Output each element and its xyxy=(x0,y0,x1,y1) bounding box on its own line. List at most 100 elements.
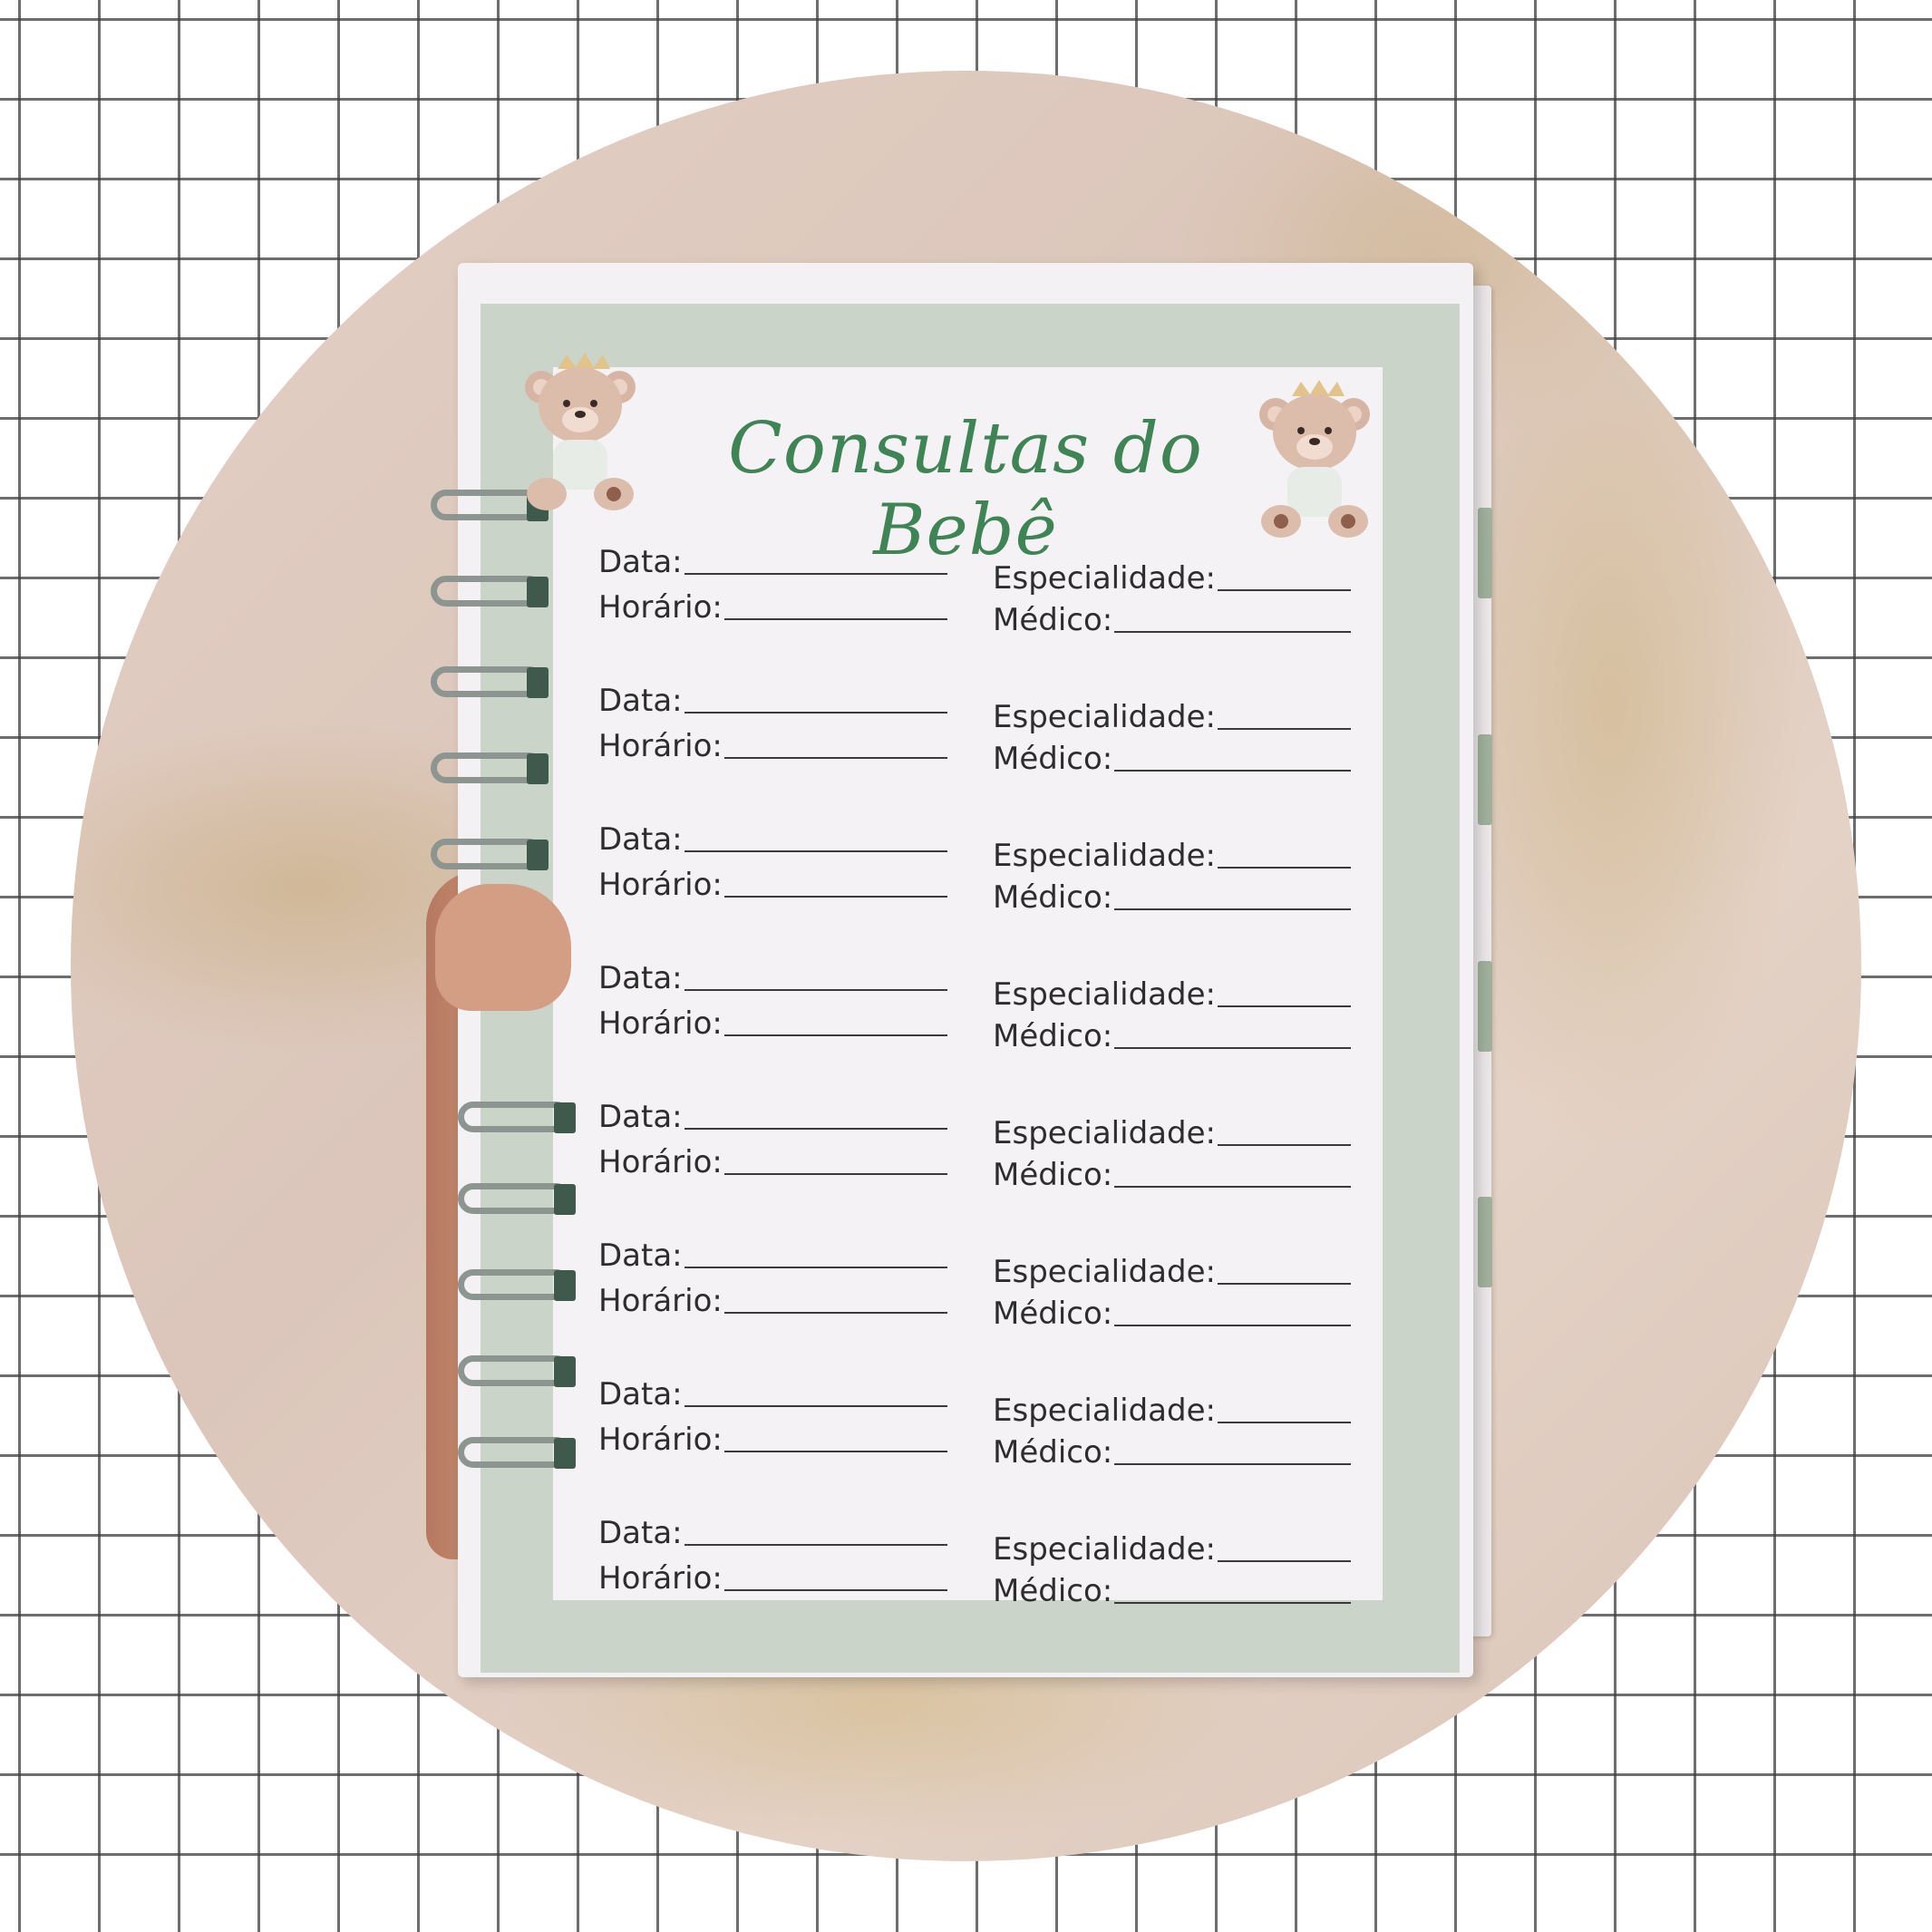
doctor-field-label: Médico: xyxy=(993,1296,1113,1332)
doctor-field-label: Médico: xyxy=(993,879,1113,916)
doctor-field-blank-line xyxy=(1114,770,1351,772)
date-field: Data: xyxy=(598,1099,947,1135)
doctor-field-blank-line xyxy=(1114,1325,1351,1326)
time-field: Horário: xyxy=(598,1144,947,1180)
specialty-field: Especialidade: xyxy=(993,1531,1351,1568)
date-field-blank-line xyxy=(684,1405,947,1407)
time-field-blank-line xyxy=(723,757,947,759)
doctor-field-blank-line xyxy=(1114,1186,1351,1188)
time-field-label: Horário: xyxy=(598,1005,723,1042)
spiral-coil-icon xyxy=(458,1183,576,1215)
divider-tab xyxy=(1478,734,1492,825)
doctor-field: Médico: xyxy=(993,602,1351,638)
date-field-label: Data: xyxy=(598,1238,683,1274)
divider-tab xyxy=(1478,508,1492,598)
appointment-list: Data: Horário: Especialidade: Médico: Data: H… xyxy=(598,544,1351,1654)
specialty-field: Especialidade: xyxy=(993,976,1351,1013)
doctor-field-label: Médico: xyxy=(993,1018,1113,1054)
appointment-entry: Data: Horário: Especialidade: Médico: xyxy=(598,683,1351,821)
doctor-field-blank-line xyxy=(1114,631,1351,633)
date-field-label: Data: xyxy=(598,960,683,996)
time-field-blank-line xyxy=(723,1312,947,1314)
specialty-field: Especialidade: xyxy=(993,838,1351,874)
doctor-field-blank-line xyxy=(1114,908,1351,910)
specialty-field: Especialidade: xyxy=(993,699,1351,735)
specialty-field-blank-line xyxy=(1217,867,1351,869)
specialty-field-blank-line xyxy=(1217,1283,1351,1285)
specialty-field-blank-line xyxy=(1217,1560,1351,1562)
appointment-entry: Data: Horário: Especialidade: Médico: xyxy=(598,1515,1351,1654)
crown-icon xyxy=(1292,380,1345,396)
spiral-coil-icon xyxy=(458,1355,576,1387)
time-field-label: Horário: xyxy=(598,1144,723,1180)
date-field-blank-line xyxy=(684,573,947,575)
spiral-coil-icon xyxy=(431,666,549,698)
specialty-field-label: Especialidade: xyxy=(993,560,1216,597)
doctor-field-label: Médico: xyxy=(993,741,1113,777)
specialty-field-blank-line xyxy=(1217,1422,1351,1423)
date-field-label: Data: xyxy=(598,1099,683,1135)
doctor-field: Médico: xyxy=(993,1018,1351,1054)
appointment-entry: Data: Horário: Especialidade: Médico: xyxy=(598,1238,1351,1376)
time-field-label: Horário: xyxy=(598,867,723,903)
appointment-entry: Data: Horário: Especialidade: Médico: xyxy=(598,1376,1351,1515)
time-field-label: Horário: xyxy=(598,589,723,626)
date-field-label: Data: xyxy=(598,1376,683,1413)
doctor-field-blank-line xyxy=(1114,1047,1351,1049)
time-field: Horário: xyxy=(598,589,947,626)
specialty-field-label: Especialidade: xyxy=(993,699,1216,735)
doctor-field: Médico: xyxy=(993,1296,1351,1332)
doctor-field-label: Médico: xyxy=(993,1434,1113,1471)
time-field-blank-line xyxy=(723,1173,947,1175)
specialty-field-blank-line xyxy=(1217,1005,1351,1007)
teddy-bear-icon xyxy=(525,353,636,510)
date-field: Data: xyxy=(598,1376,947,1413)
date-field-blank-line xyxy=(684,712,947,714)
spiral-coil-icon xyxy=(431,752,549,784)
date-field-blank-line xyxy=(684,850,947,852)
date-field: Data: xyxy=(598,683,947,719)
specialty-field: Especialidade: xyxy=(993,1393,1351,1429)
time-field: Horário: xyxy=(598,1422,947,1458)
time-field: Horário: xyxy=(598,728,947,764)
crown-icon xyxy=(558,353,610,369)
doctor-field-blank-line xyxy=(1114,1463,1351,1465)
specialty-field: Especialidade: xyxy=(993,560,1351,597)
specialty-field-label: Especialidade: xyxy=(993,976,1216,1013)
date-field: Data: xyxy=(598,960,947,996)
doctor-field-blank-line xyxy=(1114,1602,1351,1604)
appointment-entry: Data: Horário: Especialidade: Médico: xyxy=(598,1099,1351,1238)
specialty-field-blank-line xyxy=(1217,1144,1351,1146)
date-field-label: Data: xyxy=(598,683,683,719)
specialty-field-label: Especialidade: xyxy=(993,1531,1216,1568)
date-field: Data: xyxy=(598,821,947,858)
time-field-blank-line xyxy=(723,1034,947,1036)
specialty-field-label: Especialidade: xyxy=(993,1393,1216,1429)
date-field: Data: xyxy=(598,544,947,580)
spiral-coil-icon xyxy=(431,576,549,607)
divider-tab xyxy=(1478,1197,1492,1287)
doctor-field-label: Médico: xyxy=(993,1157,1113,1193)
specialty-field: Especialidade: xyxy=(993,1254,1351,1290)
time-field-blank-line xyxy=(723,618,947,620)
date-field-blank-line xyxy=(684,1544,947,1546)
time-field-blank-line xyxy=(723,896,947,898)
doctor-field-label: Médico: xyxy=(993,1573,1113,1609)
appointment-entry: Data: Horário: Especialidade: Médico: xyxy=(598,960,1351,1099)
spiral-coil-icon xyxy=(458,1102,576,1133)
date-field-blank-line xyxy=(684,1128,947,1130)
date-field: Data: xyxy=(598,1515,947,1551)
appointment-entry: Data: Horário: Especialidade: Médico: xyxy=(598,544,1351,683)
divider-tab xyxy=(1478,961,1492,1052)
spiral-coil-icon xyxy=(431,839,549,870)
time-field: Horário: xyxy=(598,867,947,903)
time-field: Horário: xyxy=(598,1560,947,1597)
specialty-field-blank-line xyxy=(1217,589,1351,591)
specialty-field: Especialidade: xyxy=(993,1115,1351,1151)
date-field-blank-line xyxy=(684,989,947,991)
doctor-field-label: Médico: xyxy=(993,602,1113,638)
doctor-field: Médico: xyxy=(993,1157,1351,1193)
time-field: Horário: xyxy=(598,1005,947,1042)
specialty-field-label: Especialidade: xyxy=(993,838,1216,874)
time-field-blank-line xyxy=(723,1451,947,1452)
